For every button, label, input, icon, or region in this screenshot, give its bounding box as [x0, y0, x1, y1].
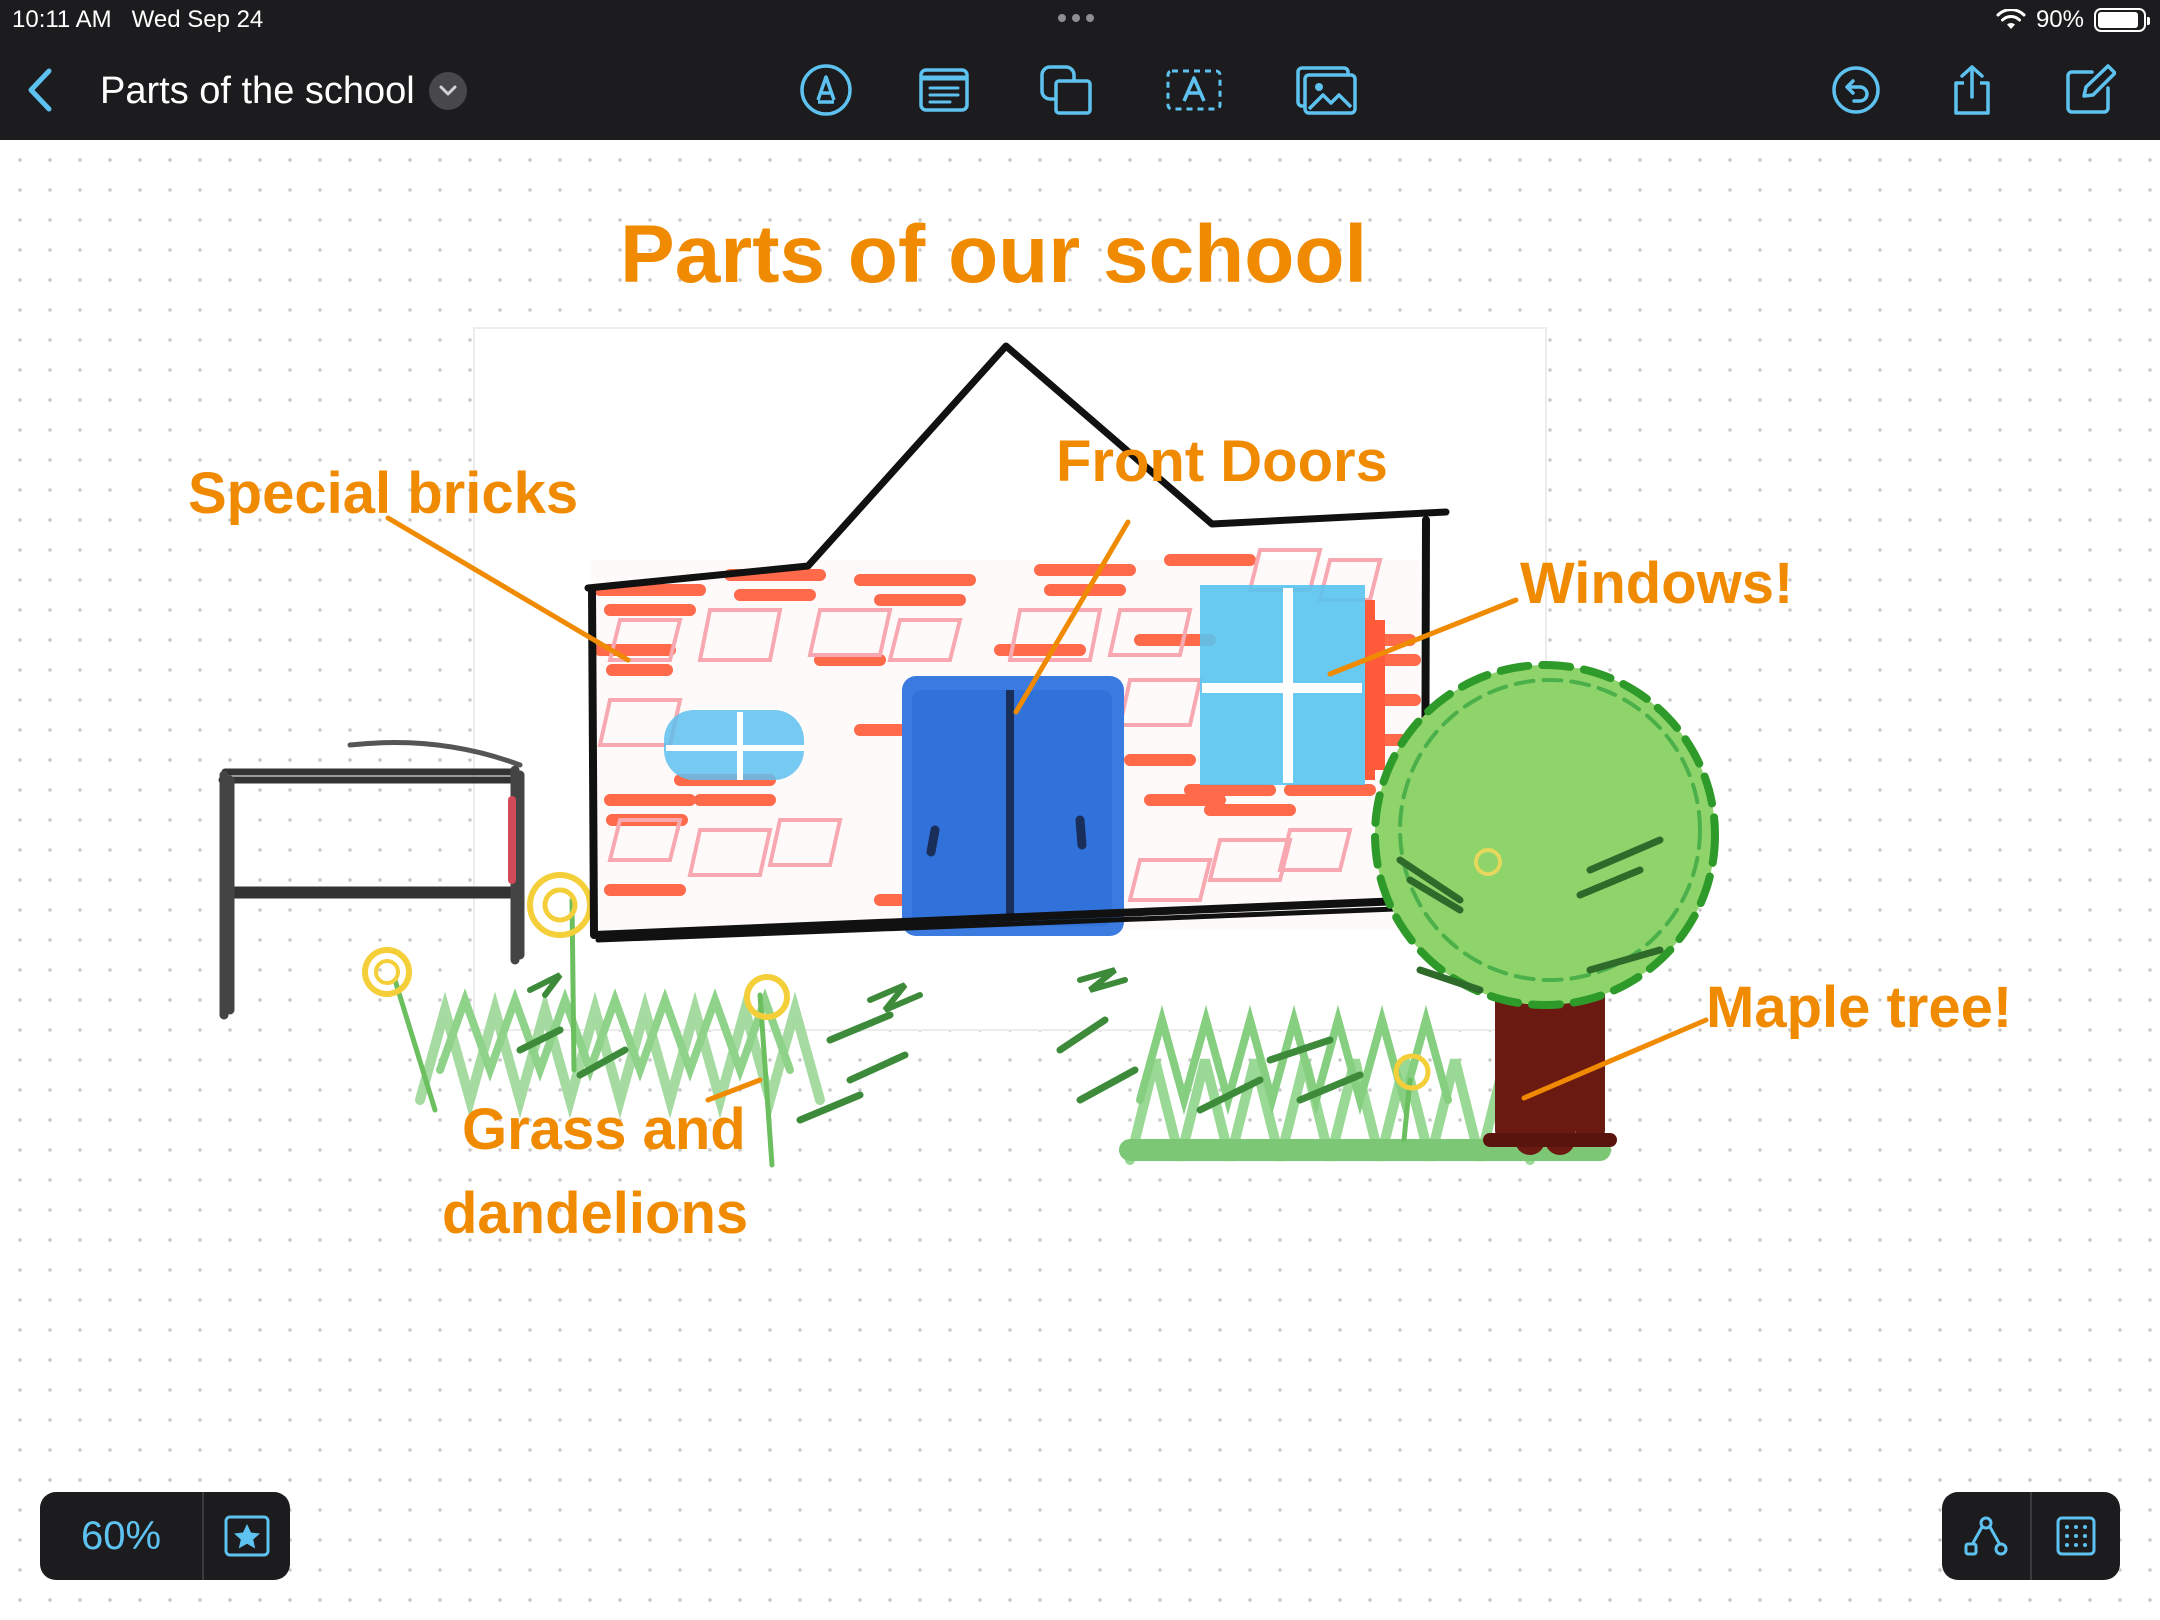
label-grass-line2[interactable]: dandelions: [442, 1181, 748, 1247]
star-icon: [224, 1515, 270, 1557]
diagram-button[interactable]: [1942, 1492, 2030, 1580]
canvas-tools: [1942, 1492, 2120, 1580]
label-front-doors[interactable]: Front Doors: [1056, 429, 1388, 495]
grid-icon: [2056, 1516, 2096, 1556]
favorites-button[interactable]: [204, 1492, 290, 1580]
zoom-controls: 60%: [40, 1492, 290, 1580]
connector-icon: [1964, 1516, 2008, 1556]
front-doors-drawing: [902, 676, 1124, 936]
grid-button[interactable]: [2032, 1492, 2120, 1580]
label-windows[interactable]: Windows!: [1520, 551, 1793, 617]
label-special-bricks[interactable]: Special bricks: [188, 461, 578, 527]
label-maple-tree[interactable]: Maple tree!: [1706, 975, 2012, 1041]
label-grass-line1[interactable]: Grass and: [462, 1097, 746, 1163]
zoom-level-button[interactable]: 60%: [40, 1514, 202, 1559]
